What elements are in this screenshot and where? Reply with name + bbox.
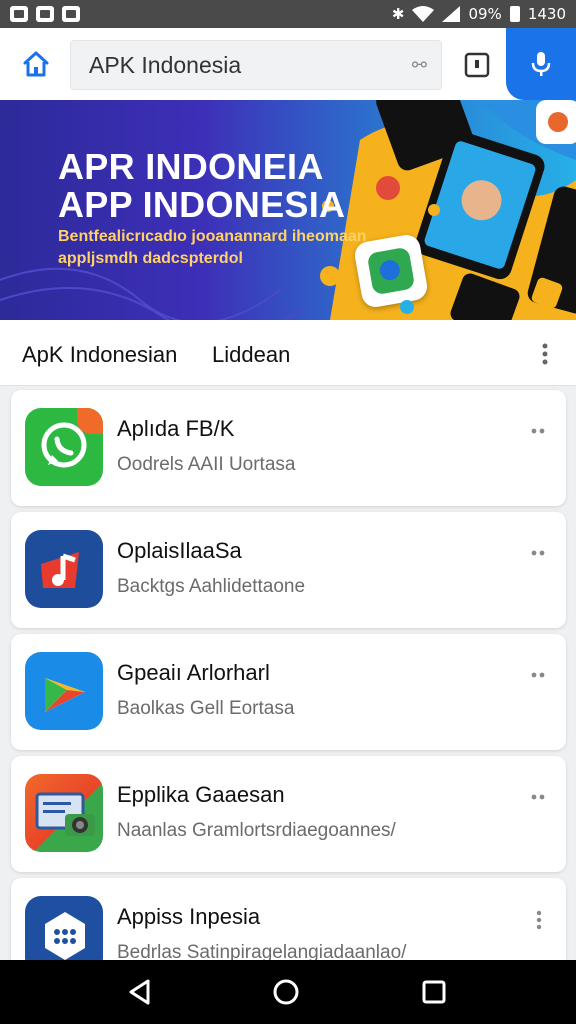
promo-banner[interactable]: APR INDONEIA APP INDONESIA Bentfealicrıc… (0, 100, 576, 320)
search-input[interactable]: APK Indonesia ⚯ (70, 40, 442, 90)
search-header: APK Indonesia ⚯ (0, 28, 576, 100)
signal-icon (442, 6, 461, 22)
home-nav-icon[interactable] (270, 976, 302, 1008)
app-name: Aplıda FB/K (117, 416, 235, 441)
notification-icon (36, 6, 54, 22)
tabs-icon[interactable] (462, 50, 492, 80)
notification-icon (10, 6, 28, 22)
app-screen: ✱ 09% 1430 APK Indonesia ⚯ APR INDONEIA … (0, 0, 576, 1024)
more-options-icon[interactable] (526, 544, 550, 562)
battery-icon (509, 6, 520, 22)
music-like-icon (25, 530, 103, 608)
system-nav-bar (0, 960, 576, 1024)
badge-graphic (376, 176, 400, 200)
whatsapp-like-icon (25, 408, 103, 486)
app-description: Backtgs Aahlidettaone (117, 576, 306, 597)
clock: 1430 (527, 5, 566, 23)
list-header: ApK Indonesian Liddean (0, 320, 576, 386)
badge-graphic (320, 266, 340, 286)
app-description: Oodrels AAII Uortasa (117, 454, 296, 475)
section-title: ApK Indonesian (22, 342, 178, 367)
status-bar: ✱ 09% 1430 (0, 0, 576, 28)
badge-graphic (428, 204, 440, 216)
app-description: Baolkas Gell Eortasa (117, 698, 295, 719)
recents-icon[interactable] (418, 976, 450, 1008)
banner-subtitle-line1: Bentfealicrıcadıo jooanannard iheomaan (58, 228, 367, 245)
app-card[interactable]: OplaisIlaaSa Backtgs Aahlidettaone (11, 512, 566, 628)
notification-icon (62, 6, 80, 22)
battery-percent: 09% (468, 5, 502, 23)
app-card[interactable]: Aplıda FB/K Oodrels AAII Uortasa (11, 390, 566, 506)
tab-liddean[interactable]: Liddean (212, 342, 290, 368)
back-icon[interactable] (124, 976, 156, 1008)
system-indicators: ✱ 09% 1430 (392, 5, 566, 23)
search-option-icon[interactable]: ⚯ (412, 55, 427, 76)
voice-search-button[interactable] (506, 28, 576, 100)
play-like-icon (25, 652, 103, 730)
banner-title-line1: APR INDONEIA (58, 146, 324, 187)
camera-like-icon (25, 774, 103, 852)
more-options-icon[interactable] (526, 666, 550, 684)
wifi-icon (412, 6, 435, 22)
more-vert-icon[interactable] (536, 340, 554, 368)
app-name: Appiss Inpesia (117, 904, 261, 929)
app-name: Epplika Gaaesan (117, 782, 285, 807)
app-card[interactable]: Epplika Gaaesan Naanlas Gramlortsrdiaego… (11, 756, 566, 872)
app-name: Gpeaiı Arlorharl (117, 660, 270, 685)
app-name: OplaisIlaaSa (117, 538, 242, 563)
bluetooth-icon: ✱ (391, 5, 405, 23)
more-vert-icon[interactable] (534, 908, 544, 932)
home-button[interactable] (18, 48, 54, 80)
search-query: APK Indonesia (89, 51, 242, 78)
more-options-icon[interactable] (526, 788, 550, 806)
notification-icons (10, 6, 80, 22)
app-card[interactable]: Gpeaiı Arlorharl Baolkas Gell Eortasa (11, 634, 566, 750)
badge-graphic (400, 300, 414, 314)
home-icon (23, 51, 49, 77)
microphone-icon (531, 52, 551, 76)
app-tile-graphic (536, 100, 576, 144)
banner-subtitle-line2: appljsmdh dadcspterdol (58, 250, 243, 267)
banner-title-line2: APP INDONESIA (58, 184, 346, 225)
more-options-icon[interactable] (526, 422, 550, 440)
app-description: Naanlas Gramlortsrdiaegoannes/ (117, 820, 396, 841)
